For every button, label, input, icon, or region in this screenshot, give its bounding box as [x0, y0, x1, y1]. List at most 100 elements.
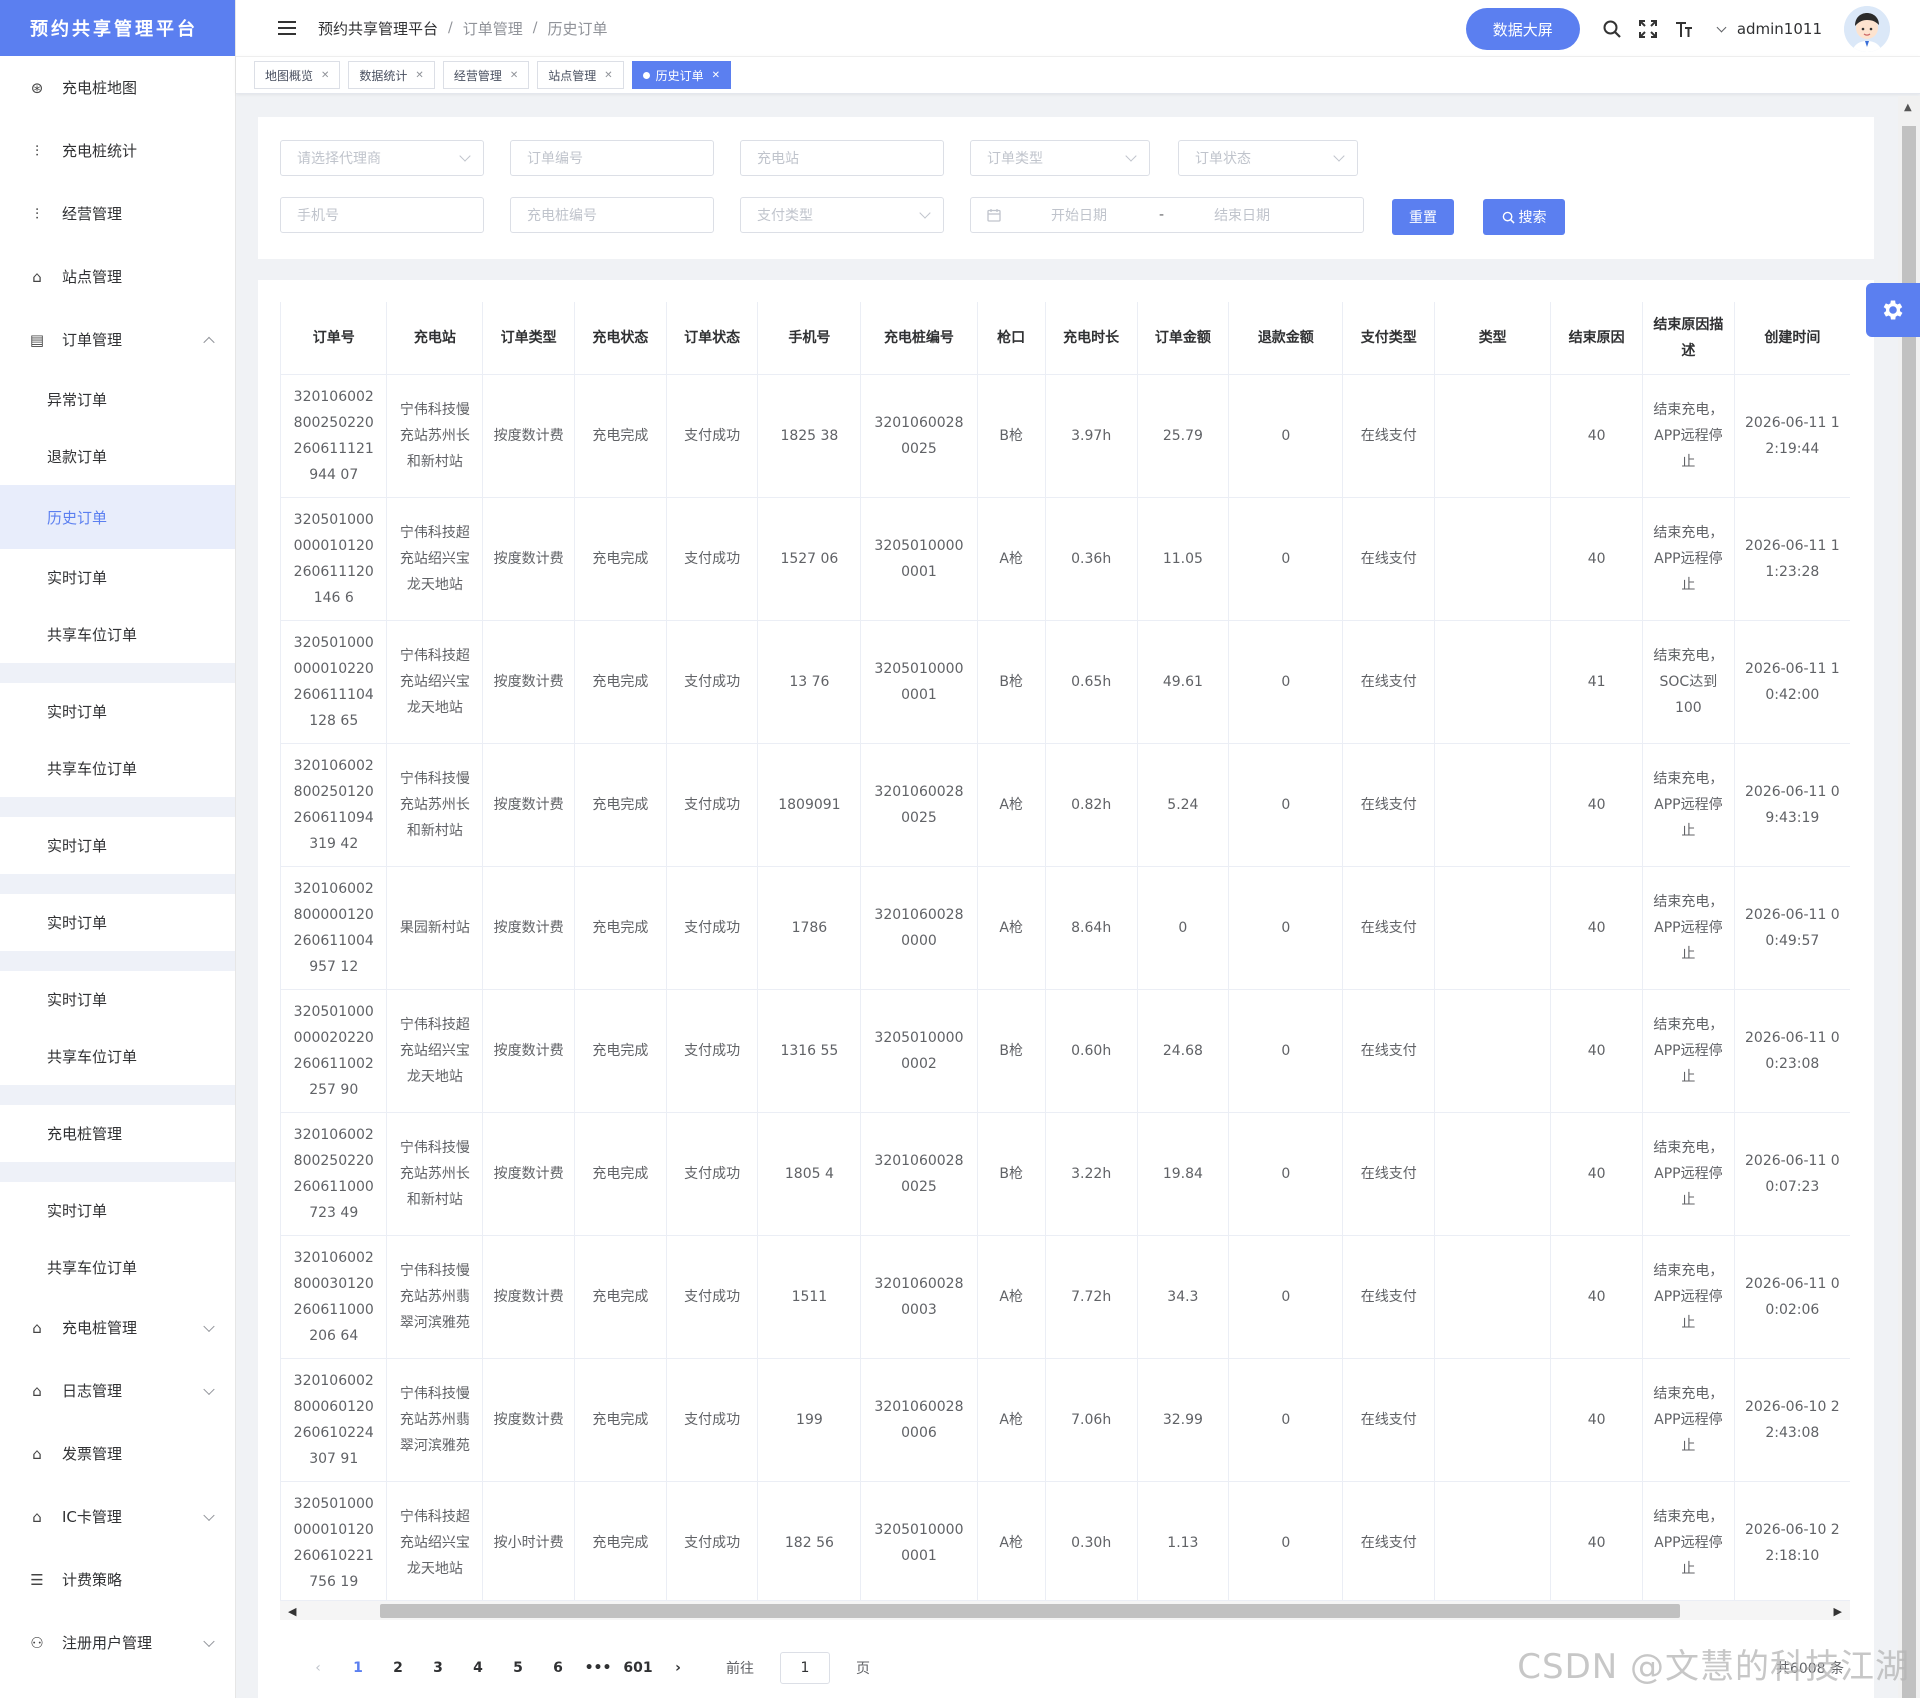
- reset-button[interactable]: 重置: [1392, 199, 1454, 235]
- page-4[interactable]: 4: [458, 1660, 498, 1676]
- table-row[interactable]: 320501000000010120260611120146 6 宁伟科技超充站绍…: [281, 497, 1850, 621]
- close-icon[interactable]: ✕: [321, 70, 329, 81]
- scroll-right-icon[interactable]: ▶: [1834, 1605, 1842, 1618]
- table-cell: 25.79: [1137, 374, 1230, 498]
- table-row[interactable]: 320501000000010220260611104128 65 宁伟科技超充站…: [281, 620, 1850, 744]
- sidebar-subitem-1[interactable]: 退款订单: [0, 428, 235, 485]
- sidebar-subitem-6[interactable]: 共享车位订单: [0, 740, 235, 797]
- table-row[interactable]: 320501000000010120260610221756 19 宁伟科技超充站…: [281, 1481, 1850, 1602]
- close-icon[interactable]: ✕: [510, 70, 518, 81]
- phone-input[interactable]: 手机号: [280, 197, 484, 233]
- page-5[interactable]: 5: [498, 1660, 538, 1676]
- table-row[interactable]: 320106002800060120260610224307 91 宁伟科技慢充站…: [281, 1358, 1850, 1482]
- calendar-icon: [987, 208, 1001, 222]
- scrollbar-thumb[interactable]: [1902, 126, 1916, 1698]
- table-cell: A枪: [977, 1481, 1046, 1602]
- pile-no-input[interactable]: 充电桩编号: [510, 197, 714, 233]
- tag-data-stats[interactable]: 数据统计 ✕: [348, 61, 435, 89]
- sidebar-bottom-item-3[interactable]: ⌂ IC卡管理: [0, 1485, 235, 1548]
- table-cell: 按度数计费: [482, 620, 575, 744]
- sidebar-item-4[interactable]: ▤ 订单管理: [0, 308, 235, 371]
- fullscreen-icon[interactable]: [1637, 18, 1659, 40]
- avatar[interactable]: [1844, 6, 1890, 52]
- sidebar-subitem-13[interactable]: 共享车位订单: [0, 1239, 235, 1296]
- order-status-select[interactable]: 订单状态: [1178, 140, 1358, 176]
- page-1[interactable]: 1: [338, 1660, 378, 1676]
- page-3[interactable]: 3: [418, 1660, 458, 1676]
- table-row[interactable]: 320106002800250220260611000723 49 宁伟科技慢充站…: [281, 1112, 1850, 1236]
- station-input[interactable]: 充电站: [740, 140, 944, 176]
- scroll-left-icon[interactable]: ◀: [288, 1605, 296, 1618]
- close-icon[interactable]: ✕: [712, 70, 720, 81]
- next-page-button[interactable]: ›: [658, 1660, 698, 1676]
- close-icon[interactable]: ✕: [415, 70, 423, 81]
- sidebar-bottom-item-2[interactable]: ⌂ 发票管理: [0, 1422, 235, 1485]
- sidebar-subitem-7[interactable]: 实时订单: [0, 817, 235, 874]
- breadcrumb-order-manage[interactable]: 订单管理: [463, 18, 523, 39]
- breadcrumb-home[interactable]: 预约共享管理平台: [318, 18, 438, 39]
- sidebar-item-3[interactable]: ⌂ 站点管理: [0, 245, 235, 308]
- table-cell: 结束充电，APP远程停止: [1642, 1112, 1735, 1236]
- table-cell: 1.13: [1137, 1481, 1230, 1602]
- table-row[interactable]: 320106002800250220260611121944 07 宁伟科技慢充站…: [281, 374, 1850, 498]
- sidebar-bottom-item-0[interactable]: ⌂ 充电桩管理: [0, 1296, 235, 1359]
- date-separator: -: [1159, 207, 1165, 223]
- sidebar-subitem-8[interactable]: 实时订单: [0, 894, 235, 951]
- page-ellipsis[interactable]: •••: [578, 1660, 618, 1676]
- tag-station[interactable]: 站点管理 ✕: [537, 61, 624, 89]
- start-date-input[interactable]: 开始日期: [1051, 205, 1107, 225]
- sidebar-subitem-4[interactable]: 共享车位订单: [0, 606, 235, 663]
- page-last[interactable]: 601: [618, 1660, 658, 1676]
- order-type-select[interactable]: 订单类型: [970, 140, 1150, 176]
- render-artifact: [0, 663, 235, 683]
- settings-button[interactable]: [1866, 283, 1920, 337]
- table-row[interactable]: 320501000000020220260611002257 90 宁伟科技超充站…: [281, 989, 1850, 1113]
- font-size-icon[interactable]: [1673, 18, 1695, 40]
- menu-toggle-icon[interactable]: [278, 21, 296, 35]
- sidebar-item-2[interactable]: ⫶ 经营管理: [0, 182, 235, 245]
- date-range-picker[interactable]: 开始日期 - 结束日期: [970, 197, 1364, 233]
- pay-type-select[interactable]: 支付类型: [740, 197, 944, 233]
- goto-page-input[interactable]: 1: [780, 1652, 830, 1684]
- table-row[interactable]: 320106002800250120260611094319 42 宁伟科技慢充站…: [281, 743, 1850, 867]
- order-no-input[interactable]: 订单编号: [510, 140, 714, 176]
- sidebar-bottom-item-4[interactable]: ☰ 计费策略: [0, 1548, 235, 1611]
- scrollbar-thumb[interactable]: [380, 1604, 1680, 1618]
- search-icon[interactable]: [1601, 18, 1623, 40]
- sidebar-bottom-item-5[interactable]: ⚇ 注册用户管理: [0, 1611, 235, 1674]
- table-cell: 充电完成: [574, 620, 667, 744]
- end-date-input[interactable]: 结束日期: [1214, 205, 1270, 225]
- table-row[interactable]: 320106002800030120260611000206 64 宁伟科技慢充站…: [281, 1235, 1850, 1359]
- column-header: 类型: [1434, 302, 1552, 375]
- sidebar-subitem-10[interactable]: 共享车位订单: [0, 1028, 235, 1085]
- page-6[interactable]: 6: [538, 1660, 578, 1676]
- search-button[interactable]: 搜索: [1483, 199, 1565, 235]
- user-menu[interactable]: admin1011: [1716, 20, 1822, 38]
- render-artifact: [0, 1085, 235, 1105]
- page-2[interactable]: 2: [378, 1660, 418, 1676]
- gear-icon: [1883, 300, 1903, 320]
- tag-business[interactable]: 经营管理 ✕: [442, 61, 530, 89]
- data-screen-button[interactable]: 数据大屏: [1465, 8, 1580, 50]
- sidebar-subitem-3[interactable]: 实时订单: [0, 549, 235, 606]
- sidebar-subitem-9[interactable]: 实时订单: [0, 971, 235, 1028]
- table-cell: 结束充电，APP远程停止: [1642, 1358, 1735, 1482]
- sidebar-subitem-12[interactable]: 实时订单: [0, 1182, 235, 1239]
- sidebar-subitem-5[interactable]: 实时订单: [0, 683, 235, 740]
- agent-select[interactable]: 请选择代理商: [280, 140, 484, 176]
- horizontal-scrollbar[interactable]: ◀ ▶: [280, 1600, 1850, 1620]
- tag-map-overview[interactable]: 地图概览 ✕: [254, 61, 341, 89]
- tag-history-order[interactable]: 历史订单 ✕: [631, 61, 732, 89]
- sidebar-subitem-0[interactable]: 异常订单: [0, 371, 235, 428]
- table-cell: 40: [1550, 1358, 1643, 1482]
- scroll-up-icon[interactable]: ▲: [1904, 102, 1912, 113]
- close-icon[interactable]: ✕: [604, 70, 612, 81]
- table-cell: 199: [757, 1358, 862, 1482]
- sidebar-subitem-2[interactable]: 历史订单: [0, 485, 235, 549]
- sidebar-item-0[interactable]: ⊛ 充电桩地图: [0, 56, 235, 119]
- sidebar-item-1[interactable]: ⫶ 充电桩统计: [0, 119, 235, 182]
- prev-page-button[interactable]: ‹: [298, 1660, 338, 1676]
- sidebar-subitem-11[interactable]: 充电桩管理: [0, 1105, 235, 1162]
- sidebar-bottom-item-1[interactable]: ⌂ 日志管理: [0, 1359, 235, 1422]
- table-row[interactable]: 320106002800000120260611004957 12 果园新村站 按度…: [281, 866, 1850, 990]
